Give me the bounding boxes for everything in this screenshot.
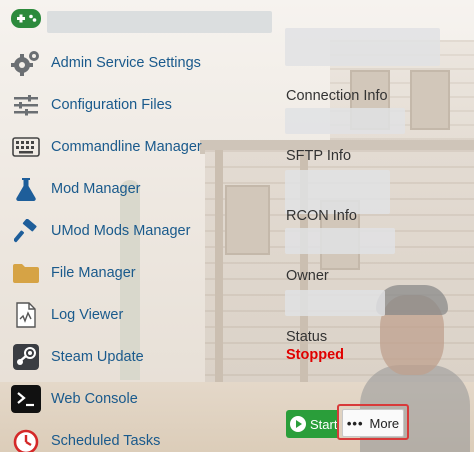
gears-icon	[10, 48, 42, 78]
sidebar-item-label: Log Viewer	[51, 307, 124, 323]
status-value: Stopped	[286, 347, 344, 363]
sidebar-item-label: Steam Update	[51, 349, 144, 365]
server-address-redacted	[285, 28, 440, 66]
sidebar-item-steam-update[interactable]: Steam Update	[0, 336, 240, 378]
sidebar-item-label: Commandline Manager	[51, 139, 202, 155]
rcon-info-label: RCON Info	[286, 208, 357, 224]
log-file-icon	[10, 300, 42, 330]
connection-info-label: Connection Info	[286, 88, 388, 104]
play-icon	[290, 416, 306, 432]
sidebar-item-label: Configuration Files	[51, 97, 172, 113]
more-button[interactable]: ••• More	[342, 409, 404, 437]
sidebar-item-file-manager[interactable]: File Manager	[0, 252, 240, 294]
sidebar-item-scheduled-tasks[interactable]: Scheduled Tasks	[0, 420, 240, 452]
sidebar-item-mod-manager[interactable]: Mod Manager	[0, 168, 240, 210]
start-button[interactable]: Start	[286, 410, 338, 438]
sidebar-item-label: Scheduled Tasks	[51, 433, 161, 449]
hammer-icon	[10, 216, 42, 246]
sidebar-item-label: File Manager	[51, 265, 136, 281]
sidebar-item-umod-mods-manager[interactable]: UMod Mods Manager	[0, 210, 240, 252]
start-button-label: Start	[310, 416, 338, 432]
sidebar-item-label: Mod Manager	[51, 181, 141, 197]
sidebar-item-label: Web Console	[51, 391, 138, 407]
more-button-label: More	[369, 415, 400, 431]
owner-label: Owner	[286, 268, 329, 284]
sftp-info-label: SFTP Info	[286, 148, 352, 164]
ellipsis-icon: •••	[346, 415, 364, 431]
gamepad-icon[interactable]	[11, 9, 41, 28]
sidebar-item-label: UMod Mods Manager	[51, 223, 191, 239]
sliders-icon	[10, 90, 42, 120]
status-label: Status	[286, 329, 328, 345]
folder-icon	[10, 258, 42, 288]
flask-icon	[10, 174, 42, 204]
rcon-info-value-redacted	[285, 228, 395, 254]
sidebar-item-label: Admin Service Settings	[51, 55, 201, 71]
sidebar-item-log-viewer[interactable]: Log Viewer	[0, 294, 240, 336]
connection-info-value-redacted	[285, 108, 405, 134]
terminal-icon	[10, 384, 42, 414]
clock-icon	[10, 426, 42, 452]
sidebar-item-admin-service-settings[interactable]: Admin Service Settings	[0, 42, 240, 84]
keyboard-icon	[10, 132, 42, 162]
sidebar-item-commandline-manager[interactable]: Commandline Manager	[0, 126, 240, 168]
server-name-redacted	[47, 11, 272, 33]
sidebar-item-web-console[interactable]: Web Console	[0, 378, 240, 420]
steam-icon	[10, 342, 42, 372]
sidebar-item-configuration-files[interactable]: Configuration Files	[0, 84, 240, 126]
owner-value-redacted	[285, 290, 385, 316]
